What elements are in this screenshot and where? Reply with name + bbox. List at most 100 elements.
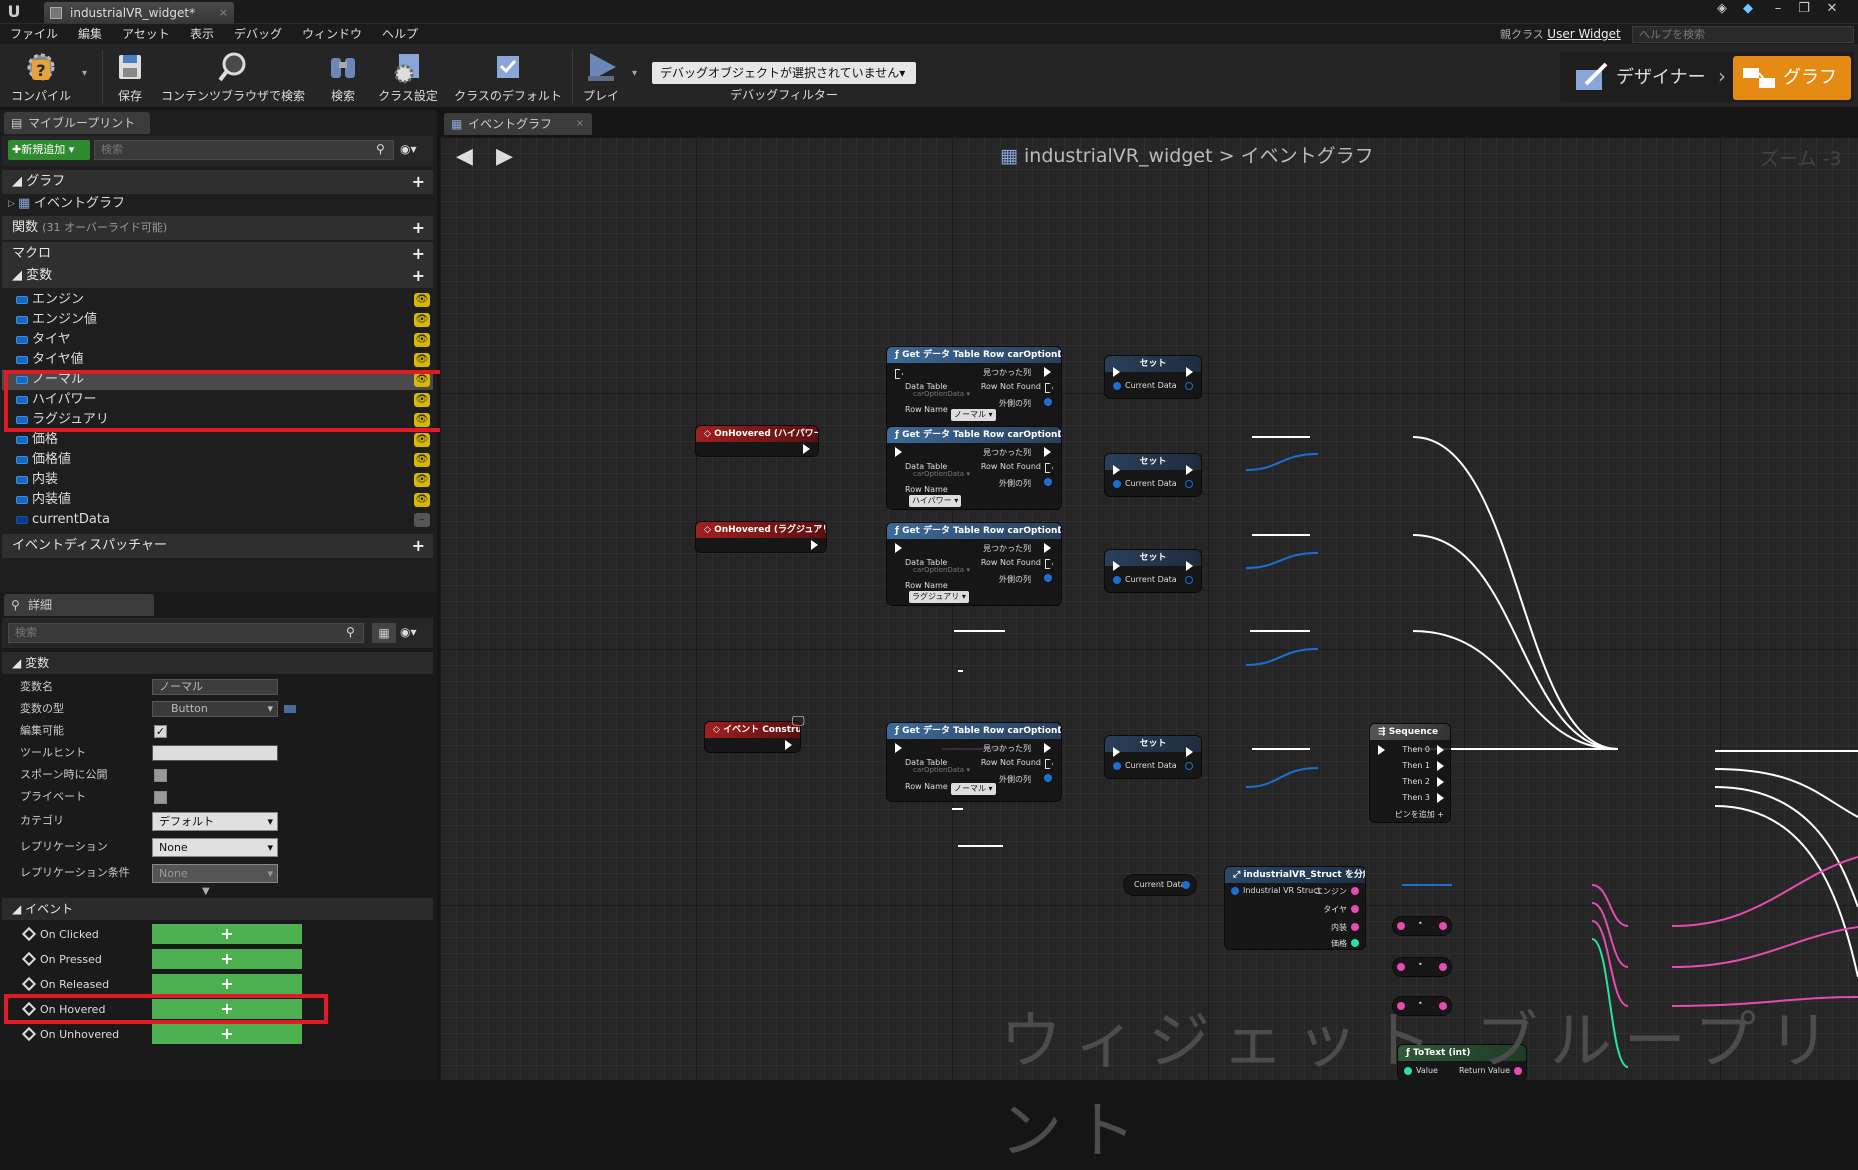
eye-closed-icon[interactable]: – — [414, 513, 430, 527]
break-struct-node[interactable]: ⤢ industrialVR_Struct を分解 Industrial VR … — [1225, 867, 1365, 949]
set-node[interactable]: セット Current Data — [1105, 736, 1201, 778]
menu-asset[interactable]: アセット — [122, 25, 170, 43]
private-checkbox[interactable] — [154, 791, 167, 804]
exec-out-pin[interactable] — [1437, 745, 1444, 755]
my-blueprint-tab[interactable]: ▤ マイブループリント — [4, 112, 150, 134]
details-variable-header[interactable]: ◢ 変数 — [2, 652, 433, 674]
add-event-button[interactable]: + — [152, 1024, 302, 1044]
exec-out-pin[interactable] — [1044, 367, 1051, 377]
class-defaults-button[interactable]: クラスのデフォルト — [450, 48, 566, 106]
graphs-section-header[interactable]: ◢ グラフ + — [2, 170, 433, 194]
exec-in-pin[interactable] — [1113, 747, 1120, 757]
struct-out-pin[interactable] — [1185, 762, 1193, 770]
eye-icon[interactable]: 👁 — [414, 493, 430, 507]
exec-out-pin[interactable] — [1044, 743, 1051, 753]
minimize-icon[interactable]: – — [1766, 0, 1790, 18]
variables-section-header[interactable]: ◢ 変数 + — [2, 264, 433, 288]
breadcrumb-root[interactable]: industrialVR_widget — [1024, 145, 1213, 167]
restore-icon[interactable]: ❐ — [1792, 0, 1816, 18]
exec-in-pin[interactable] — [895, 447, 902, 457]
menu-help[interactable]: ヘルプ — [382, 25, 418, 43]
content-browser-button[interactable]: コンテンツブラウザで検索 — [160, 48, 306, 106]
exec-out-pin[interactable] — [811, 540, 818, 550]
save-button[interactable]: 保存 — [108, 48, 152, 106]
graph-mode-button[interactable]: グラフ — [1733, 56, 1851, 100]
play-button[interactable]: プレイ — [578, 48, 624, 106]
set-node[interactable]: セット Current Data — [1105, 356, 1201, 398]
rep-condition-select[interactable]: None ▾ — [152, 864, 278, 883]
exec-out-pin[interactable] — [1045, 383, 1053, 393]
var-type-select[interactable]: Button ▾ — [152, 701, 278, 717]
search-button[interactable]: 検索 — [318, 48, 368, 106]
functions-section-header[interactable]: 関数 (31 オーバーライド可能) + — [2, 216, 433, 240]
details-tab[interactable]: ⚲ 詳細 — [4, 594, 154, 616]
object-out-pin[interactable] — [1351, 887, 1359, 895]
exec-out-pin[interactable] — [1044, 447, 1051, 457]
back-arrow-icon[interactable]: ◀ — [456, 144, 473, 169]
struct-out-pin[interactable] — [1182, 881, 1190, 889]
add-macro-icon[interactable]: + — [412, 242, 425, 266]
exec-out-pin[interactable] — [1437, 777, 1444, 787]
help-search-input[interactable]: ヘルプを検索 — [1632, 26, 1854, 43]
struct-in-pin[interactable] — [1231, 887, 1239, 895]
struct-out-pin[interactable] — [1044, 574, 1052, 582]
variable-item[interactable]: 内装 👁 — [2, 470, 433, 490]
struct-out-pin[interactable] — [1044, 398, 1052, 406]
on-hovered-event-node[interactable]: ◇ OnHovered (ラグジュアリ) — [696, 522, 826, 552]
play-options-icon[interactable]: ▾ — [632, 68, 637, 79]
struct-out-pin[interactable] — [1044, 478, 1052, 486]
expand-advanced-icon[interactable]: ▼ — [202, 886, 210, 897]
unreal-logo-icon[interactable]: U — [4, 2, 24, 22]
menu-window[interactable]: ウィンドウ — [302, 25, 362, 43]
get-data-table-row-node[interactable]: ƒ Get データ Table Row carOptionData 見つかった列… — [887, 347, 1061, 429]
struct-in-pin[interactable] — [1113, 762, 1121, 770]
add-graph-icon[interactable]: + — [412, 170, 425, 194]
exec-out-pin[interactable] — [803, 444, 810, 454]
pin-value[interactable]: carOptionData ▾ — [913, 566, 970, 574]
eye-icon[interactable]: 👁 — [414, 473, 430, 487]
exec-out-pin[interactable] — [785, 740, 792, 750]
exec-in-pin[interactable] — [1378, 745, 1385, 755]
struct-out-pin[interactable] — [1185, 382, 1193, 390]
details-search-input[interactable]: 検索 — [8, 623, 364, 643]
designer-mode-button[interactable]: デザイナー — [1566, 58, 1718, 98]
object-in-pin[interactable] — [1397, 922, 1405, 930]
eye-icon[interactable]: 👁 — [414, 293, 430, 307]
close-icon[interactable]: × — [576, 113, 584, 135]
row-name-select[interactable]: ハイパワー ▾ — [909, 495, 962, 507]
class-settings-button[interactable]: クラス設定 — [374, 48, 442, 106]
source-control-icon[interactable]: ◆ — [1736, 0, 1760, 18]
var-name-input[interactable]: ノーマル — [152, 679, 278, 695]
dispatchers-section-header[interactable]: イベントディスパッチャー + — [2, 534, 433, 558]
variable-item[interactable]: 内装値 👁 — [2, 490, 433, 510]
eye-icon[interactable]: 👁 — [414, 433, 430, 447]
struct-in-pin[interactable] — [1113, 480, 1121, 488]
reroute-node[interactable]: • — [1393, 958, 1451, 976]
exec-in-pin[interactable] — [895, 543, 902, 553]
visibility-options-icon[interactable]: ◉▾ — [400, 625, 417, 639]
variable-item[interactable]: currentData – — [2, 510, 433, 530]
sequence-node[interactable]: ⇶ Sequence Then 0 Then 1 Then 2 Then 3 ピ… — [1370, 724, 1450, 822]
editable-checkbox[interactable]: ✓ — [154, 725, 167, 738]
pin-value[interactable]: carOptionData ▾ — [913, 470, 970, 478]
exec-out-pin[interactable] — [1045, 463, 1053, 473]
get-data-table-row-node[interactable]: ƒ Get データ Table Row carOptionData 見つかった列… — [887, 523, 1061, 605]
get-data-table-row-node[interactable]: ƒ Get データ Table Row carOptionData 見つかった列… — [887, 427, 1061, 509]
on-hovered-event-node[interactable]: ◇ OnHovered (ハイパワー) — [696, 426, 818, 456]
pin-value[interactable]: carOptionData ▾ — [913, 390, 970, 398]
add-dispatcher-icon[interactable]: + — [412, 534, 425, 558]
variable-item[interactable]: エンジン値 👁 — [2, 310, 433, 330]
eye-icon[interactable]: 👁 — [414, 313, 430, 327]
add-event-button[interactable]: + — [152, 974, 302, 994]
debug-object-select[interactable]: デバッグオブジェクトが選択されていません▾ — [652, 62, 916, 84]
menu-edit[interactable]: 編集 — [78, 25, 102, 43]
container-type-icon[interactable] — [284, 705, 296, 713]
variable-item[interactable]: タイヤ 👁 — [2, 330, 433, 350]
replication-select[interactable]: None ▾ — [152, 838, 278, 857]
visibility-options-icon[interactable]: ◉▾ — [400, 142, 417, 156]
add-function-icon[interactable]: + — [412, 216, 425, 240]
set-node[interactable]: セット Current Data — [1105, 454, 1201, 496]
struct-in-pin[interactable] — [1113, 576, 1121, 584]
exec-in-pin[interactable] — [895, 743, 902, 753]
object-out-pin[interactable] — [1439, 963, 1447, 971]
